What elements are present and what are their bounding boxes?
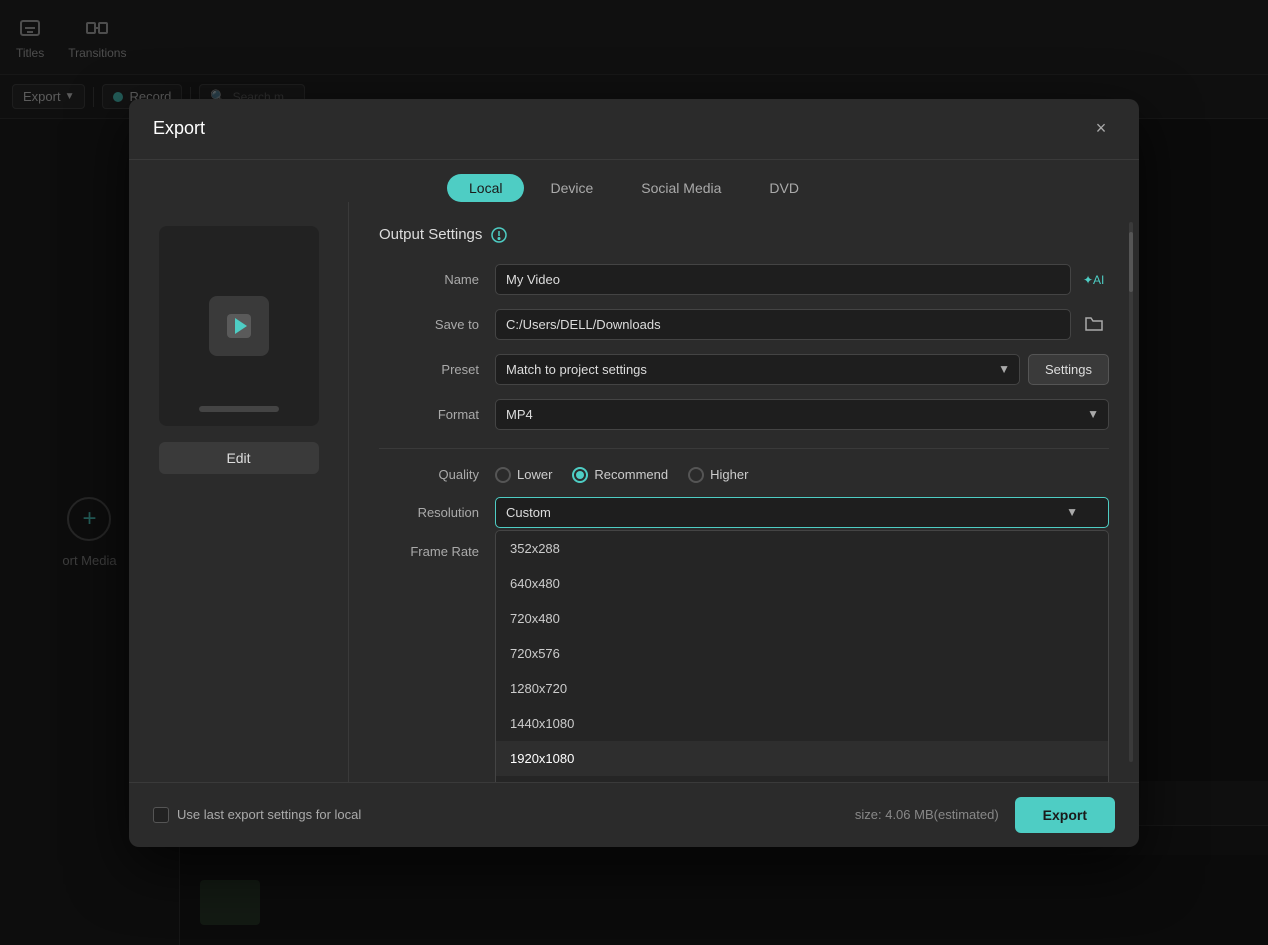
format-field-row: MP4 MOV AVI ▼: [495, 399, 1109, 430]
tab-social-media[interactable]: Social Media: [619, 174, 743, 202]
quality-lower-radio[interactable]: [495, 467, 511, 483]
tab-dvd[interactable]: DVD: [747, 174, 821, 202]
resolution-option-720x576[interactable]: 720x576: [496, 636, 1108, 671]
output-settings-title: Output Settings: [379, 226, 1109, 244]
edit-button[interactable]: Edit: [159, 442, 319, 474]
scroll-thumb[interactable]: [1129, 232, 1133, 292]
resolution-option-1440x1080[interactable]: 1440x1080: [496, 706, 1108, 741]
resolution-field-row: Custom ▼ 352x288 640x480: [495, 497, 1109, 528]
save-to-field-row: [495, 309, 1109, 340]
quality-lower-label: Lower: [517, 467, 552, 482]
settings-button[interactable]: Settings: [1028, 354, 1109, 385]
save-to-input[interactable]: [495, 309, 1071, 340]
quality-lower[interactable]: Lower: [495, 467, 552, 483]
resolution-dropdown-button[interactable]: Custom ▼: [495, 497, 1109, 528]
quality-recommend-dot: [576, 471, 584, 479]
preview-thumb-inner: [209, 296, 269, 356]
quality-higher-label: Higher: [710, 467, 748, 482]
format-select[interactable]: MP4 MOV AVI: [495, 399, 1109, 430]
quality-options: Lower Recommend Higher: [495, 467, 748, 483]
preset-label: Preset: [379, 362, 479, 377]
resolution-option-1280x720[interactable]: 1280x720: [496, 671, 1108, 706]
export-action-button[interactable]: Export: [1015, 797, 1115, 833]
close-button[interactable]: ×: [1087, 115, 1115, 143]
quality-higher[interactable]: Higher: [688, 467, 748, 483]
resolution-current-value: Custom: [506, 505, 551, 520]
quality-field-row: Lower Recommend Higher: [495, 467, 1109, 483]
quality-recommend-label: Recommend: [594, 467, 668, 482]
dialog-tabs: Local Device Social Media DVD: [129, 160, 1139, 202]
resolution-option-3840x2160[interactable]: 3840x2160: [496, 776, 1108, 782]
format-label: Format: [379, 407, 479, 422]
name-field-row: ✦AI: [495, 264, 1109, 295]
quality-recommend[interactable]: Recommend: [572, 467, 668, 483]
frame-rate-label: Frame Rate: [379, 544, 479, 559]
export-dialog: Export × Local Device Social Media DVD: [129, 99, 1139, 847]
resolution-option-640x480[interactable]: 640x480: [496, 566, 1108, 601]
footer-right: size: 4.06 MB(estimated) Export: [855, 797, 1115, 833]
settings-panel: Output Settings Name ✦AI: [349, 202, 1139, 782]
dialog-title: Export: [153, 118, 205, 139]
resolution-label: Resolution: [379, 505, 479, 520]
resolution-option-352x288[interactable]: 352x288: [496, 531, 1108, 566]
folder-icon[interactable]: [1079, 309, 1109, 339]
quality-label: Quality: [379, 467, 479, 482]
preset-field-row: Match to project settings ▼ Settings: [495, 354, 1109, 385]
scroll-track: [1129, 222, 1133, 762]
name-input[interactable]: [495, 264, 1071, 295]
quality-recommend-radio[interactable]: [572, 467, 588, 483]
preview-panel: Edit: [129, 202, 349, 782]
settings-grid: Name ✦AI Save to: [379, 264, 1109, 562]
svg-text:✦AI: ✦AI: [1083, 273, 1104, 287]
tab-local[interactable]: Local: [447, 174, 524, 202]
divider-1: [379, 448, 1109, 449]
preview-progress-bar: [199, 406, 279, 412]
resolution-container: Custom ▼ 352x288 640x480: [495, 497, 1109, 528]
resolution-dropdown-list: 352x288 640x480 720x480 720x576: [495, 530, 1109, 782]
resolution-chevron-icon: ▼: [1066, 505, 1078, 519]
resolution-option-720x480[interactable]: 720x480: [496, 601, 1108, 636]
close-icon: ×: [1096, 118, 1107, 139]
preset-select[interactable]: Match to project settings: [495, 354, 1020, 385]
quality-higher-radio[interactable]: [688, 467, 704, 483]
save-to-label: Save to: [379, 317, 479, 332]
modal-backdrop: Export × Local Device Social Media DVD: [0, 0, 1268, 945]
format-select-wrapper: MP4 MOV AVI ▼: [495, 399, 1109, 430]
use-last-settings: Use last export settings for local: [153, 807, 361, 823]
tab-device[interactable]: Device: [528, 174, 615, 202]
dialog-header: Export ×: [129, 99, 1139, 160]
resolution-option-1920x1080[interactable]: 1920x1080: [496, 741, 1108, 776]
use-last-settings-label: Use last export settings for local: [177, 807, 361, 822]
use-last-settings-checkbox[interactable]: [153, 807, 169, 823]
preset-select-wrapper: Match to project settings ▼: [495, 354, 1020, 385]
dialog-footer: Use last export settings for local size:…: [129, 782, 1139, 847]
name-label: Name: [379, 272, 479, 287]
dialog-body: Edit Output Settings Name: [129, 202, 1139, 782]
file-size-label: size: 4.06 MB(estimated): [855, 807, 999, 822]
ai-icon[interactable]: ✦AI: [1079, 264, 1109, 294]
preview-thumbnail: [159, 226, 319, 426]
